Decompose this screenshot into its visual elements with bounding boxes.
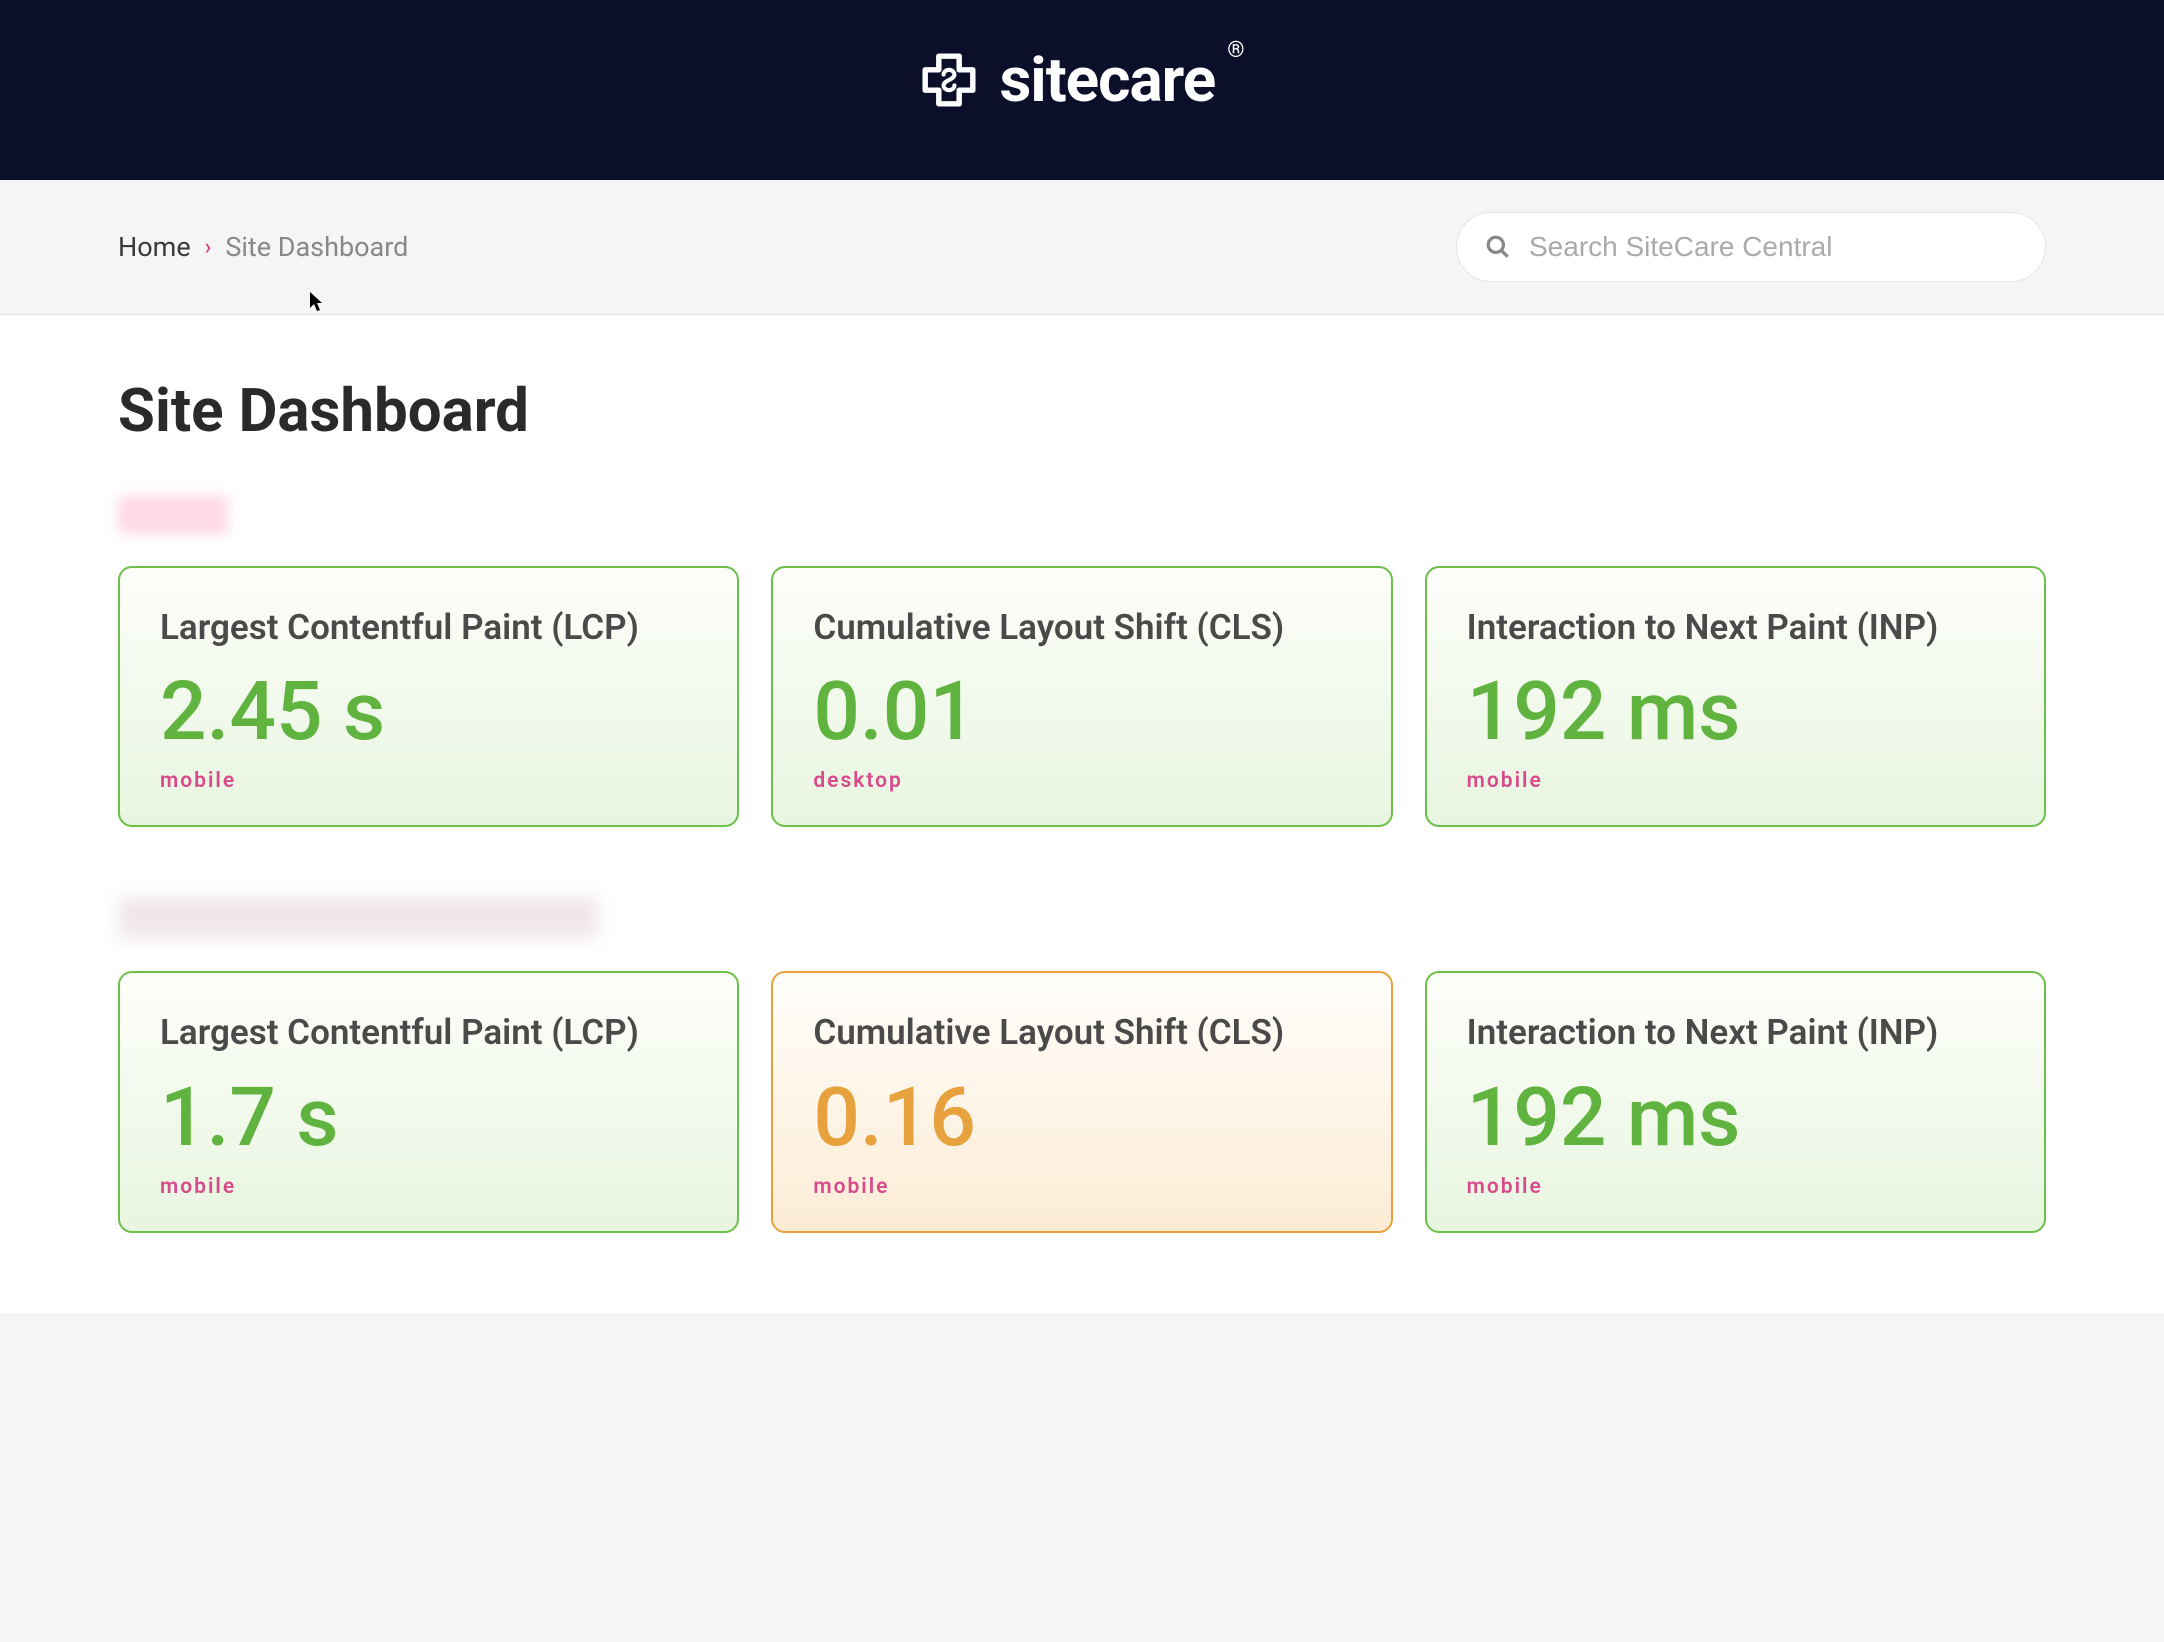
metric-card-lcp: Largest Contentful Paint (LCP) 1.7 s mob… [118, 971, 739, 1232]
search-icon [1485, 234, 1511, 260]
search-input[interactable] [1529, 231, 2017, 263]
metric-title: Largest Contentful Paint (LCP) [160, 604, 697, 651]
logo[interactable]: sitecare ® [915, 44, 1248, 117]
metric-value: 192 ms [1467, 671, 2004, 753]
metric-tag: mobile [813, 1175, 1350, 1199]
main-content: Site Dashboard Largest Contentful Paint … [0, 315, 2164, 1313]
page-title: Site Dashboard [118, 375, 2046, 446]
metrics-row: Largest Contentful Paint (LCP) 2.45 s mo… [118, 566, 2046, 827]
metric-value: 2.45 s [160, 671, 697, 753]
breadcrumb-home-link[interactable]: Home [118, 231, 191, 263]
metric-tag: mobile [160, 1175, 697, 1199]
section-label-blurred [118, 496, 228, 534]
subheader: Home › Site Dashboard [0, 180, 2164, 315]
metric-value: 1.7 s [160, 1077, 697, 1159]
search-box[interactable] [1456, 212, 2046, 282]
chevron-right-icon: › [205, 235, 212, 260]
metric-card-cls: Cumulative Layout Shift (CLS) 0.01 deskt… [771, 566, 1392, 827]
metric-tag: mobile [160, 769, 697, 793]
metric-value: 0.16 [813, 1077, 1350, 1159]
metric-title: Interaction to Next Paint (INP) [1467, 604, 2004, 651]
metric-card-inp: Interaction to Next Paint (INP) 192 ms m… [1425, 971, 2046, 1232]
metrics-row: Largest Contentful Paint (LCP) 1.7 s mob… [118, 971, 2046, 1232]
app-header: sitecare ® [0, 0, 2164, 180]
metric-value: 192 ms [1467, 1077, 2004, 1159]
metric-title: Cumulative Layout Shift (CLS) [813, 604, 1350, 651]
metric-title: Cumulative Layout Shift (CLS) [813, 1009, 1350, 1056]
metric-tag: desktop [813, 769, 1350, 793]
metric-tag: mobile [1467, 769, 2004, 793]
breadcrumb: Home › Site Dashboard [118, 231, 408, 263]
metric-value: 0.01 [813, 671, 1350, 753]
breadcrumb-current: Site Dashboard [225, 231, 408, 263]
metric-title: Interaction to Next Paint (INP) [1467, 1009, 2004, 1056]
metric-card-cls: Cumulative Layout Shift (CLS) 0.16 mobil… [771, 971, 1392, 1232]
metric-card-lcp: Largest Contentful Paint (LCP) 2.45 s mo… [118, 566, 739, 827]
metric-tag: mobile [1467, 1175, 2004, 1199]
metric-title: Largest Contentful Paint (LCP) [160, 1009, 697, 1056]
sitecare-logo-icon [915, 46, 983, 114]
registered-mark: ® [1227, 38, 1244, 63]
section-label-blurred [118, 897, 598, 939]
logo-text: sitecare [999, 44, 1215, 117]
metric-card-inp: Interaction to Next Paint (INP) 192 ms m… [1425, 566, 2046, 827]
